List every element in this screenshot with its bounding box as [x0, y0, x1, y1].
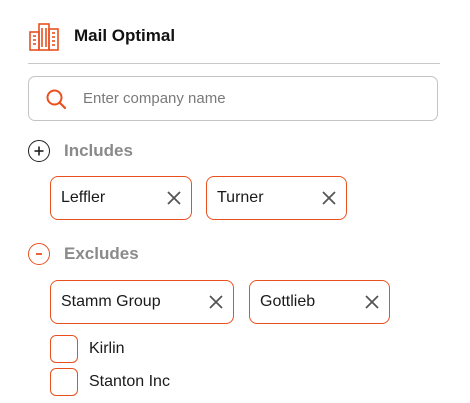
excludes-label: Excludes	[64, 244, 139, 263]
option-row-stanton-inc[interactable]: Stanton Inc	[50, 368, 170, 396]
minus-circle-icon[interactable]	[28, 243, 50, 265]
close-icon[interactable]	[209, 295, 223, 309]
checkbox[interactable]	[50, 368, 78, 396]
includes-section-header[interactable]: Includes	[28, 140, 133, 162]
buildings-icon	[29, 23, 59, 51]
include-chip: Leffler	[50, 176, 192, 220]
company-search-box[interactable]	[28, 76, 438, 121]
option-row-kirlin[interactable]: Kirlin	[50, 335, 125, 363]
chip-label: Gottlieb	[260, 293, 316, 310]
includes-label: Includes	[64, 141, 133, 160]
exclude-chip: Stamm Group	[50, 280, 234, 324]
chip-label: Stamm Group	[61, 293, 161, 310]
chip-label: Leffler	[61, 189, 106, 206]
chip-label: Turner	[217, 189, 264, 206]
close-icon[interactable]	[365, 295, 379, 309]
option-label: Kirlin	[89, 340, 125, 357]
excludes-section-header[interactable]: Excludes	[28, 243, 139, 265]
checkbox[interactable]	[50, 335, 78, 363]
plus-circle-icon[interactable]	[28, 140, 50, 162]
close-icon[interactable]	[167, 191, 181, 205]
include-chip: Turner	[206, 176, 347, 220]
app-title: Mail Optimal	[74, 26, 176, 45]
option-label: Stanton Inc	[89, 373, 170, 390]
close-icon[interactable]	[322, 191, 336, 205]
header-divider	[28, 63, 440, 64]
company-search-input[interactable]	[81, 89, 405, 108]
search-icon	[46, 89, 67, 109]
app-header: Mail Optimal	[28, 20, 175, 52]
exclude-chip: Gottlieb	[249, 280, 390, 324]
